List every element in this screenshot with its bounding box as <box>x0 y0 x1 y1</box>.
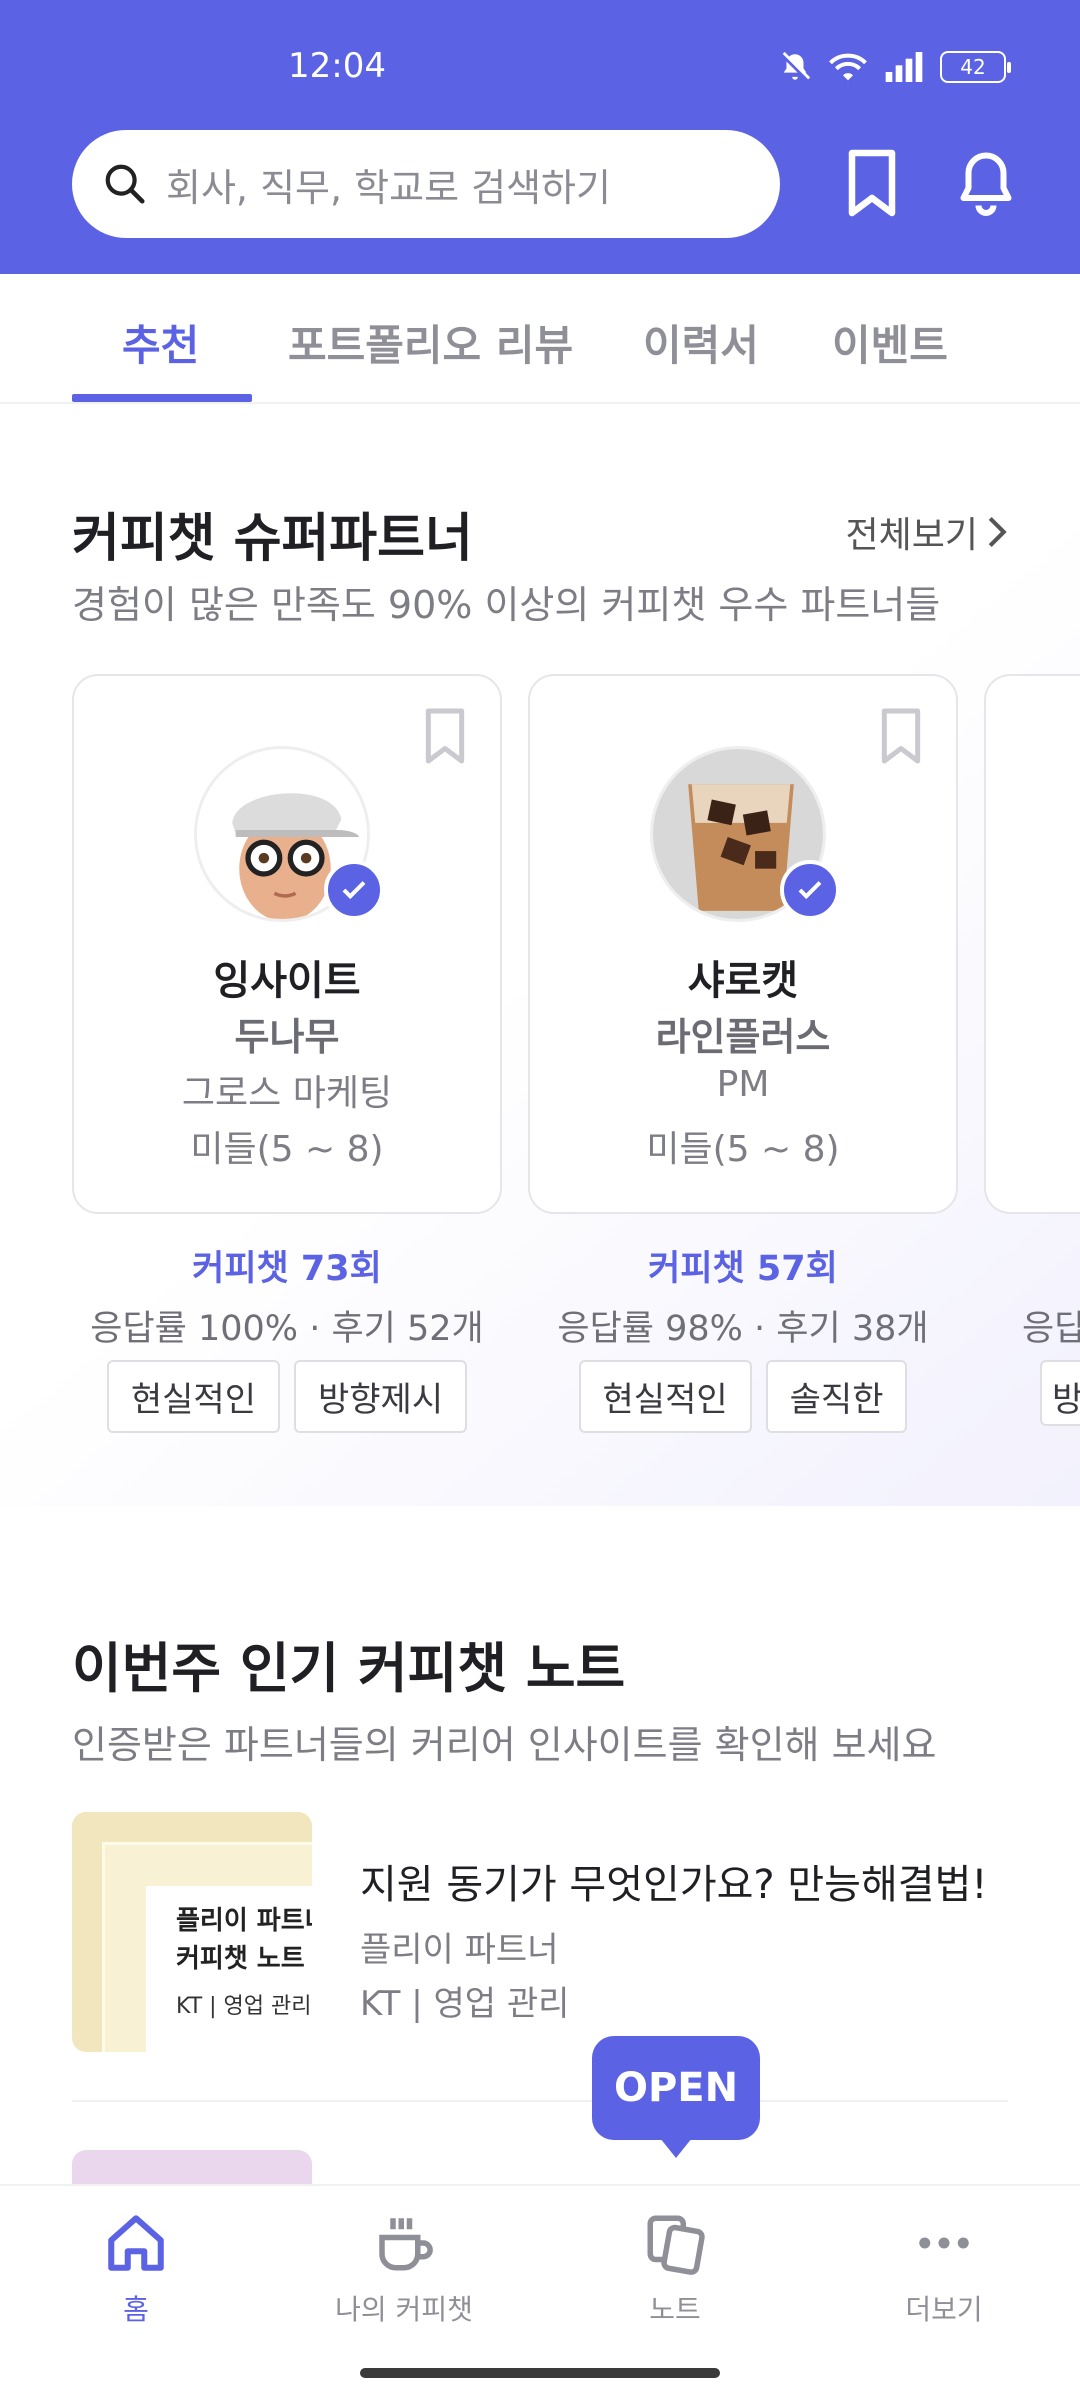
search-placeholder: 회사, 직무, 학교로 검색하기 <box>166 165 611 210</box>
response-rate: 응답률 98% · 후기 38개 <box>557 1309 929 1349</box>
nav-note-label: 노트 <box>649 2293 701 2326</box>
coffeechat-count: 커피챗 73회 <box>192 1249 382 1289</box>
partner-level: 미들(5 ~ 8) <box>190 1129 384 1170</box>
thumbnail-line: 커피챗 노트 <box>176 1944 305 1974</box>
partner-tags: 현실적인 솔직한 <box>528 1360 958 1433</box>
divider <box>72 2100 1008 2102</box>
partner-tags: 현실적인 방향제시 <box>72 1360 502 1433</box>
tag-partial: 방 <box>1040 1360 1080 1426</box>
coffee-cup-icon <box>379 2218 433 2271</box>
verified-badge-icon <box>324 860 384 920</box>
response-rate-partial: 응답 <box>1022 1309 1080 1349</box>
tab-resume[interactable]: 이력서 <box>643 312 759 373</box>
tag: 솔직한 <box>765 1360 908 1433</box>
coffeechat-count: 커피챗 57회 <box>648 1249 838 1289</box>
tab-events[interactable]: 이벤트 <box>832 312 948 373</box>
tab-recommended[interactable]: 추천 <box>122 312 199 373</box>
open-button[interactable]: OPEN <box>592 2036 760 2140</box>
note-author: 플리이 파트너 <box>360 1930 559 1970</box>
partner-role: PM <box>716 1064 770 1105</box>
nav-home-label: 홈 <box>123 2293 149 2326</box>
partner-role: 그로스 마케팅 <box>181 1073 393 1114</box>
mute-bell-icon <box>780 51 811 82</box>
partner-company: 두나무 <box>234 1015 340 1059</box>
status-bar: 12:04 42 <box>0 44 1080 92</box>
partner-card[interactable]: 샤로캣 라인플러스 PM 미들(5 ~ 8) <box>528 674 958 1214</box>
battery-icon: 42 <box>940 51 1011 83</box>
home-indicator <box>360 2368 720 2378</box>
search-icon <box>105 164 145 204</box>
tag: 현실적인 <box>578 1360 752 1433</box>
thumbnail-meta: KT | 영업 관리 <box>176 1994 312 2019</box>
note-icon <box>647 2215 705 2275</box>
partner-name: 샤로캣 <box>687 958 799 1004</box>
bookmark-icon[interactable] <box>876 706 926 766</box>
super-partner-subtitle: 경험이 많은 만족도 90% 이상의 커피챗 우수 파트너들 <box>72 583 941 627</box>
home-icon <box>108 2215 164 2271</box>
battery-level: 42 <box>960 55 986 79</box>
view-all-link[interactable]: 전체보기 <box>846 506 1008 558</box>
app-header: 12:04 42 회사, 직무, 학교로 검색하기 <box>0 0 1080 274</box>
more-icon <box>919 2237 969 2249</box>
signal-icon <box>885 52 923 82</box>
nav-more-label: 더보기 <box>905 2293 983 2326</box>
status-time: 12:04 <box>288 46 386 86</box>
partner-name: 잉사이트 <box>213 958 361 1004</box>
wifi-icon <box>829 53 867 81</box>
open-button-label: OPEN <box>613 2065 739 2111</box>
nav-my-coffeechat-label: 나의 커피챗 <box>335 2293 473 2326</box>
nav-home[interactable]: 홈 <box>36 2210 236 2328</box>
nav-note[interactable]: 노트 <box>575 2210 775 2328</box>
notes-title: 이번주 인기 커피챗 노트 <box>72 1637 626 1700</box>
view-all-label: 전체보기 <box>845 515 978 556</box>
chevron-right-icon <box>988 516 1007 548</box>
nav-my-coffeechat[interactable]: 나의 커피챗 <box>304 2210 504 2328</box>
verified-badge-icon <box>780 860 840 920</box>
partner-card[interactable]: 잉사이트 두나무 그로스 마케팅 미들(5 ~ 8) <box>72 674 502 1214</box>
note-title[interactable]: 지원 동기가 무엇인가요? 만능해결법! <box>360 1852 987 1910</box>
tag: 방향제시 <box>294 1360 468 1433</box>
notes-subtitle: 인증받은 파트너들의 커리어 인사이트를 확인해 보세요 <box>72 1723 937 1767</box>
note-meta: KT | 영업 관리 <box>360 1984 570 2024</box>
open-button-tip <box>660 2138 692 2158</box>
notification-bell-icon[interactable] <box>956 148 1016 218</box>
partner-company: 라인플러스 <box>655 1015 831 1059</box>
active-tab-indicator <box>72 394 252 402</box>
bookmark-icon[interactable] <box>842 148 902 218</box>
response-rate: 응답률 100% · 후기 52개 <box>90 1309 484 1349</box>
top-tabs: 추천 포트폴리오 리뷰 이력서 이벤트 <box>0 274 1080 404</box>
super-partner-title: 커피챗 슈퍼파트너 <box>72 509 473 569</box>
partner-card-partial[interactable] <box>984 674 1080 1214</box>
search-input[interactable]: 회사, 직무, 학교로 검색하기 <box>72 130 780 238</box>
note-thumbnail[interactable]: 플리이 파트너 커피챗 노트 KT | 영업 관리 <box>72 1812 312 2052</box>
bookmark-icon[interactable] <box>420 706 470 766</box>
thumbnail-line: 플리이 파트너 <box>176 1906 312 1936</box>
tab-portfolio-review[interactable]: 포트폴리오 리뷰 <box>288 312 573 373</box>
partner-level: 미들(5 ~ 8) <box>646 1129 840 1170</box>
nav-more[interactable]: 더보기 <box>844 2210 1044 2328</box>
status-icons: 42 <box>778 50 1011 84</box>
tag: 현실적인 <box>106 1360 280 1433</box>
